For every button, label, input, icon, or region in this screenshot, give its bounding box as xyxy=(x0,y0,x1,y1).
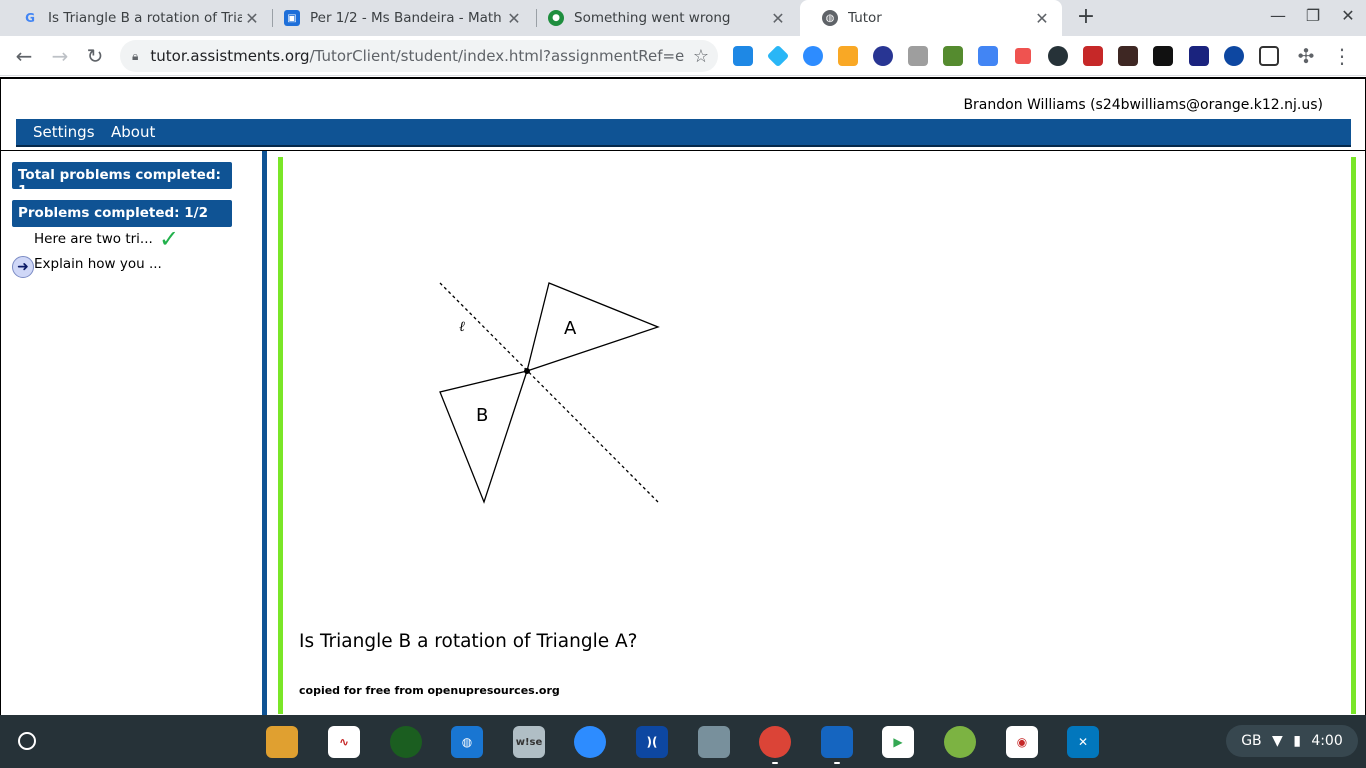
grid-icon[interactable] xyxy=(1259,46,1279,66)
current-arrow-icon: ➜ xyxy=(12,256,34,278)
restore-icon[interactable]: ❐ xyxy=(1301,6,1325,25)
app-icon[interactable]: ◉ xyxy=(1006,726,1038,758)
extension-icon[interactable] xyxy=(1083,46,1103,66)
extension-icon[interactable] xyxy=(1224,46,1244,66)
running-indicator xyxy=(834,762,840,764)
app-icon[interactable] xyxy=(266,726,298,758)
tab-title: Something went wrong xyxy=(574,10,731,26)
close-icon[interactable]: ✕ xyxy=(768,9,788,28)
wifi-icon: ▼ xyxy=(1272,733,1283,749)
extension-icon[interactable] xyxy=(1189,46,1209,66)
line-label: ℓ xyxy=(459,319,465,335)
wise-app-icon[interactable]: w!se xyxy=(513,726,545,758)
browser-toolbar: ← → ↻ 🔒︎ tutor.assistments.org/TutorClie… xyxy=(0,36,1366,76)
globe-icon: ◍ xyxy=(822,10,838,26)
menu-dots-icon[interactable]: ⋮ xyxy=(1330,44,1354,68)
about-menu[interactable]: About xyxy=(111,123,155,141)
url-path: /TutorClient/student/index.html?assignme… xyxy=(309,47,685,65)
close-icon[interactable]: ✕ xyxy=(242,9,262,28)
checkmark-icon: ✓ xyxy=(159,225,180,253)
classroom-icon: ▣ xyxy=(284,10,300,26)
zoom-extension-icon[interactable] xyxy=(803,46,823,66)
settings-menu[interactable]: Settings xyxy=(33,123,95,141)
os-shelf: ∿ ◍ w!se )( ▶ ◉ ✕ GB ▼ ▮ 4:00 xyxy=(0,715,1366,768)
user-name: Brandon Williams (s24bwilliams@orange.k1… xyxy=(963,97,1323,113)
play-store-icon[interactable]: ▶ xyxy=(882,726,914,758)
extension-icon[interactable] xyxy=(1048,46,1068,66)
close-icon[interactable]: ✕ xyxy=(504,9,524,28)
back-icon[interactable]: ← xyxy=(12,44,36,68)
window-close-icon[interactable]: ✕ xyxy=(1336,6,1360,25)
translate-icon[interactable] xyxy=(978,46,998,66)
triangle-a-label: A xyxy=(564,318,577,339)
zoom-app-icon[interactable] xyxy=(574,726,606,758)
close-icon[interactable]: ✕ xyxy=(1032,9,1052,28)
extension-icon[interactable] xyxy=(873,46,893,66)
chat-icon: ● xyxy=(548,10,564,26)
extension-icon[interactable] xyxy=(766,44,790,68)
bookmark-star-icon[interactable]: ☆ xyxy=(684,46,718,67)
url-host: tutor.assistments.org xyxy=(150,47,310,65)
tab-2[interactable]: ▣ Per 1/2 - Ms Bandeira - Math 8 ✕ xyxy=(262,0,534,36)
tab-4-active[interactable]: ◍ Tutor ✕ xyxy=(800,0,1062,36)
tab-title: Is Triangle B a rotation of Triangl xyxy=(48,10,242,26)
triangle-figure: ℓ A B xyxy=(439,282,660,504)
credit-text: copied for free from openupresources.org xyxy=(299,684,560,697)
rotation-center-point xyxy=(524,368,530,374)
reload-icon[interactable]: ↻ xyxy=(83,44,107,68)
lock-icon: 🔒︎ xyxy=(132,48,139,63)
tutor-page: Brandon Williams (s24bwilliams@orange.k1… xyxy=(0,77,1366,717)
total-completed-badge: Total problems completed: 1 xyxy=(12,162,232,199)
chrome-app-icon[interactable] xyxy=(759,726,791,758)
clock: 4:00 xyxy=(1311,733,1343,749)
url-text[interactable]: tutor.assistments.org/TutorClient/studen… xyxy=(150,47,684,65)
docs-app-icon[interactable] xyxy=(821,726,853,758)
sidebar: Total problems completed: 1 Problems com… xyxy=(1,151,263,717)
question-text: Is Triangle B a rotation of Triangle A? xyxy=(299,631,638,652)
thumbs-up-icon[interactable] xyxy=(838,46,858,66)
extension-icon[interactable] xyxy=(1118,46,1138,66)
keyboard-layout: GB xyxy=(1241,733,1262,749)
launcher-icon[interactable] xyxy=(18,732,36,750)
globe-app-icon[interactable]: ◍ xyxy=(451,726,483,758)
tab-title: Per 1/2 - Ms Bandeira - Math 8 xyxy=(310,10,504,26)
triangle-b xyxy=(439,370,528,504)
menu-bar: Settings About xyxy=(16,119,1351,147)
minimize-icon[interactable]: — xyxy=(1266,6,1290,25)
problem-panel: ℓ A B Is Triangle B a rotation of Triang… xyxy=(278,157,1356,714)
triangle-a xyxy=(526,282,660,372)
problems-completed-badge: Problems completed: 1/2 xyxy=(12,200,232,227)
address-bar[interactable]: 🔒︎ tutor.assistments.org/TutorClient/stu… xyxy=(120,40,718,72)
tab-strip: G Is Triangle B a rotation of Triangl ✕ … xyxy=(0,0,1366,36)
problem-item-1[interactable]: Here are two tri... xyxy=(34,231,153,247)
android-app-icon[interactable] xyxy=(698,726,730,758)
android-icon[interactable] xyxy=(943,46,963,66)
google-icon: G xyxy=(25,11,35,25)
tab-3[interactable]: ● Something went wrong ✕ xyxy=(526,0,798,36)
problem-item-2[interactable]: Explain how you ... xyxy=(34,256,162,272)
running-indicator xyxy=(772,762,778,764)
pear-deck-app-icon[interactable] xyxy=(390,726,422,758)
line-l xyxy=(439,282,659,503)
extension-icon[interactable] xyxy=(1153,46,1173,66)
app-icon[interactable]: )( xyxy=(636,726,668,758)
sidebar-divider xyxy=(262,151,267,717)
extension-icon[interactable] xyxy=(1015,48,1031,64)
pear-app-icon[interactable] xyxy=(944,726,976,758)
forward-icon[interactable]: → xyxy=(48,44,72,68)
app-icon[interactable]: ✕ xyxy=(1067,726,1099,758)
battery-icon: ▮ xyxy=(1293,733,1301,749)
tab-title: Tutor xyxy=(848,10,882,26)
status-tray[interactable]: GB ▼ ▮ 4:00 xyxy=(1226,725,1358,757)
new-tab-button[interactable]: + xyxy=(1074,5,1098,29)
extension-icon[interactable] xyxy=(908,46,928,66)
desmos-app-icon[interactable]: ∿ xyxy=(328,726,360,758)
puzzle-icon[interactable]: ✣ xyxy=(1294,44,1318,68)
extension-icon[interactable] xyxy=(733,46,753,66)
triangle-b-label: B xyxy=(476,405,488,426)
tab-1[interactable]: G Is Triangle B a rotation of Triangl ✕ xyxy=(0,0,272,36)
